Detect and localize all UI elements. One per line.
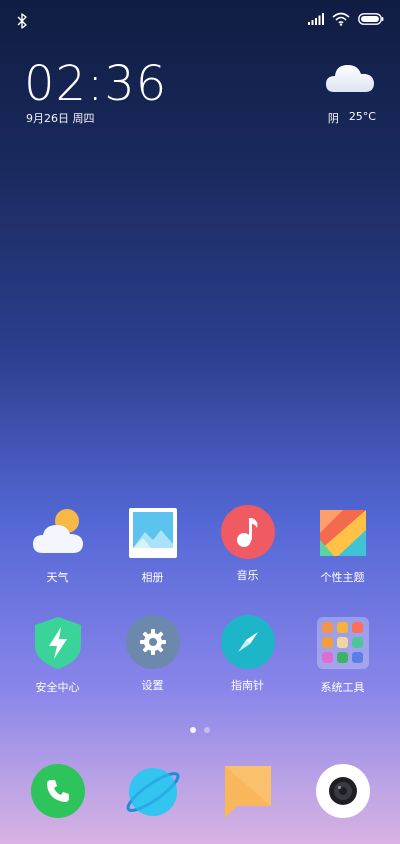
app-gallery[interactable]: 相册	[108, 505, 198, 585]
status-icons	[308, 12, 384, 26]
gear-icon	[125, 615, 180, 669]
page-dot[interactable]	[204, 727, 210, 733]
dock	[0, 764, 400, 820]
bluetooth-icon	[17, 13, 27, 29]
app-security[interactable]: 安全中心	[13, 615, 103, 695]
app-label: 个性主题	[320, 571, 365, 584]
app-label: 指南针	[231, 679, 264, 692]
dock-camera[interactable]	[298, 764, 388, 820]
app-themes[interactable]: 个性主题	[298, 505, 388, 585]
weather-condition: 阴	[327, 112, 339, 125]
cellular-signal-icon	[308, 13, 324, 25]
app-grid-row-2: 安全中心 设置 指南针 系统工具	[0, 615, 400, 695]
wifi-icon	[332, 12, 350, 26]
dock-messages[interactable]	[203, 764, 293, 820]
compass-icon	[220, 615, 275, 669]
dock-phone[interactable]	[13, 764, 103, 820]
cloud-icon[interactable]	[324, 58, 376, 98]
browser-icon	[125, 764, 181, 820]
app-grid-row-1: 天气 相册 音乐 个性主题	[0, 505, 400, 585]
app-compass[interactable]: 指南针	[203, 615, 293, 695]
app-system-tools[interactable]: 系统工具	[298, 615, 388, 695]
shield-bolt-icon	[30, 615, 86, 671]
music-note-icon	[220, 505, 275, 559]
page-indicator[interactable]	[0, 727, 400, 733]
weather-summary[interactable]: 阴 25°C	[328, 110, 376, 126]
app-music[interactable]: 音乐	[203, 505, 293, 585]
app-settings[interactable]: 设置	[108, 615, 198, 695]
gallery-icon	[125, 505, 181, 561]
app-weather[interactable]: 天气	[13, 505, 103, 585]
dock-browser[interactable]	[108, 764, 198, 820]
app-label: 音乐	[236, 569, 259, 582]
battery-icon	[358, 13, 384, 25]
weather-sun-cloud-icon	[30, 505, 86, 561]
clock-time[interactable]: 02:36	[24, 56, 167, 112]
weather-temperature: 25°C	[348, 110, 376, 123]
messages-icon	[220, 764, 276, 820]
app-label: 系统工具	[320, 681, 365, 694]
clock-date: 9月26日 周四	[26, 112, 95, 125]
app-label: 相册	[141, 571, 164, 584]
page-dot-current[interactable]	[190, 727, 196, 733]
phone-icon	[30, 764, 85, 818]
app-label: 设置	[141, 679, 164, 692]
app-label: 安全中心	[35, 681, 80, 694]
folder-icon	[315, 615, 371, 671]
app-label: 天气	[46, 571, 69, 584]
status-bar	[0, 0, 400, 40]
camera-icon	[315, 764, 370, 818]
themes-icon	[315, 505, 371, 561]
